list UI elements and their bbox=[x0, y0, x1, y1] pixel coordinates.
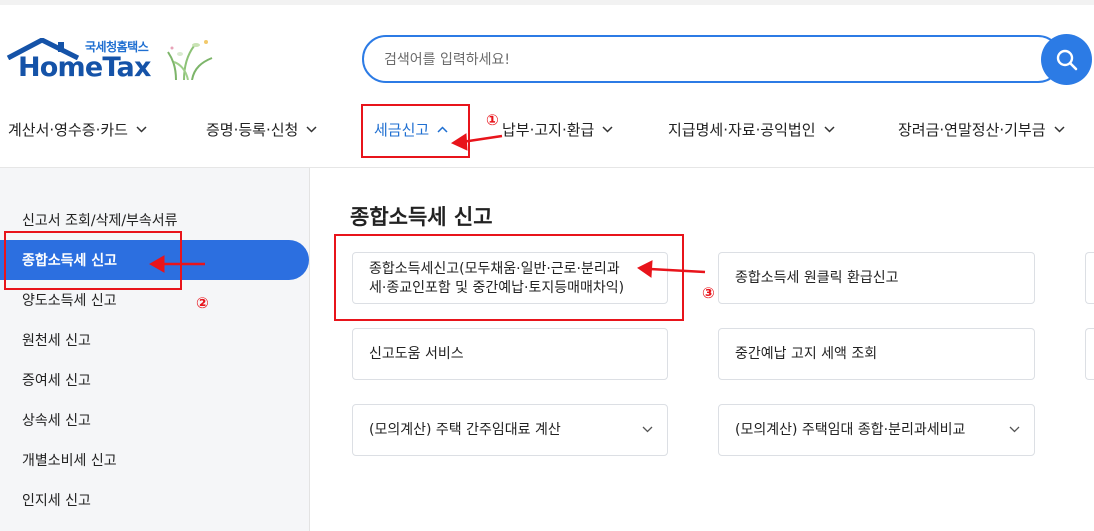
search-input[interactable] bbox=[384, 49, 1004, 71]
logo-main-label: HomeTax bbox=[18, 52, 151, 83]
chevron-down-icon bbox=[136, 125, 147, 133]
nav-item-payment[interactable]: 납부·고지·환급 bbox=[502, 118, 613, 140]
card-label: 종합소득세 원클릭 환급신고 bbox=[735, 270, 899, 286]
annotation-box-tax-return bbox=[361, 104, 470, 158]
annotation-marker-1: ① bbox=[486, 111, 499, 129]
sidebar-item-stamp-tax[interactable]: 인지세 신고 bbox=[22, 490, 91, 510]
nav-item-label: 지급명세·자료·공익법인 bbox=[668, 120, 816, 139]
card-label: (모의계산) 주택임대 종합·분리과세비교 bbox=[735, 422, 966, 438]
nav-item-receipts[interactable]: 계산서·영수증·카드 bbox=[8, 118, 147, 140]
sidebar-item-report-lookup[interactable]: 신고서 조회/삭제/부속서류 bbox=[22, 210, 178, 230]
sidebar-item-gift-tax[interactable]: 증여세 신고 bbox=[22, 370, 91, 390]
search-icon bbox=[1056, 49, 1077, 70]
chevron-down-icon bbox=[642, 426, 653, 433]
sidebar-item-transfer-tax[interactable]: 양도소득세 신고 bbox=[22, 290, 117, 310]
nav-item-label: 납부·고지·환급 bbox=[502, 120, 595, 139]
card-mock-deemed-rent[interactable]: (모의계산) 주택 간주임대료 계산 bbox=[352, 404, 668, 456]
card-label: 신고도움 서비스 bbox=[369, 346, 464, 362]
card-partial[interactable] bbox=[1085, 328, 1094, 380]
top-strip bbox=[0, 0, 1094, 5]
main-nav: 계산서·영수증·카드 증명·등록·신청 세금신고 납부·고지·환급 지급명세·자… bbox=[0, 104, 1094, 154]
nav-item-statements[interactable]: 지급명세·자료·공익법인 bbox=[668, 118, 835, 140]
chevron-down-icon bbox=[1054, 125, 1065, 133]
chevron-down-icon bbox=[306, 125, 317, 133]
nav-item-label: 증명·등록·신청 bbox=[206, 120, 299, 139]
annotation-marker-2: ② bbox=[196, 294, 209, 312]
grass-icon bbox=[167, 40, 213, 80]
card-label: 중간예납 고지 세액 조회 bbox=[735, 346, 878, 362]
page-title: 종합소득세 신고 bbox=[350, 205, 493, 229]
annotation-marker-3: ③ bbox=[702, 284, 715, 302]
card-filing-help[interactable]: 신고도움 서비스 bbox=[352, 328, 668, 380]
chevron-down-icon bbox=[602, 125, 613, 133]
nav-item-label: 장려금·연말정산·기부금 bbox=[898, 120, 1046, 139]
card-one-click-refund[interactable]: 종합소득세 원클릭 환급신고 bbox=[718, 252, 1035, 304]
search-bar[interactable] bbox=[362, 35, 1062, 83]
search-button[interactable] bbox=[1041, 34, 1092, 85]
card-label: (모의계산) 주택 간주임대료 계산 bbox=[369, 422, 561, 438]
annotation-box-filing-card bbox=[334, 234, 684, 321]
nav-item-incentives[interactable]: 장려금·연말정산·기부금 bbox=[898, 118, 1065, 140]
sidebar-item-excise-tax[interactable]: 개별소비세 신고 bbox=[22, 450, 117, 470]
card-mock-rental-comparison[interactable]: (모의계산) 주택임대 종합·분리과세비교 bbox=[718, 404, 1035, 456]
chevron-down-icon bbox=[824, 125, 835, 133]
sidebar-item-withholding-tax[interactable]: 원천세 신고 bbox=[22, 330, 91, 350]
nav-item-label: 계산서·영수증·카드 bbox=[8, 120, 128, 139]
sidebar-item-inheritance-tax[interactable]: 상속세 신고 bbox=[22, 410, 91, 430]
annotation-box-income-tax bbox=[4, 231, 182, 290]
chevron-down-icon bbox=[1009, 426, 1020, 433]
card-partial[interactable] bbox=[1085, 252, 1094, 304]
hometax-logo[interactable]: 국세청홈택스 HomeTax bbox=[6, 36, 226, 92]
nav-item-certificates[interactable]: 증명·등록·신청 bbox=[206, 118, 317, 140]
card-interim-prepayment[interactable]: 중간예납 고지 세액 조회 bbox=[718, 328, 1035, 380]
